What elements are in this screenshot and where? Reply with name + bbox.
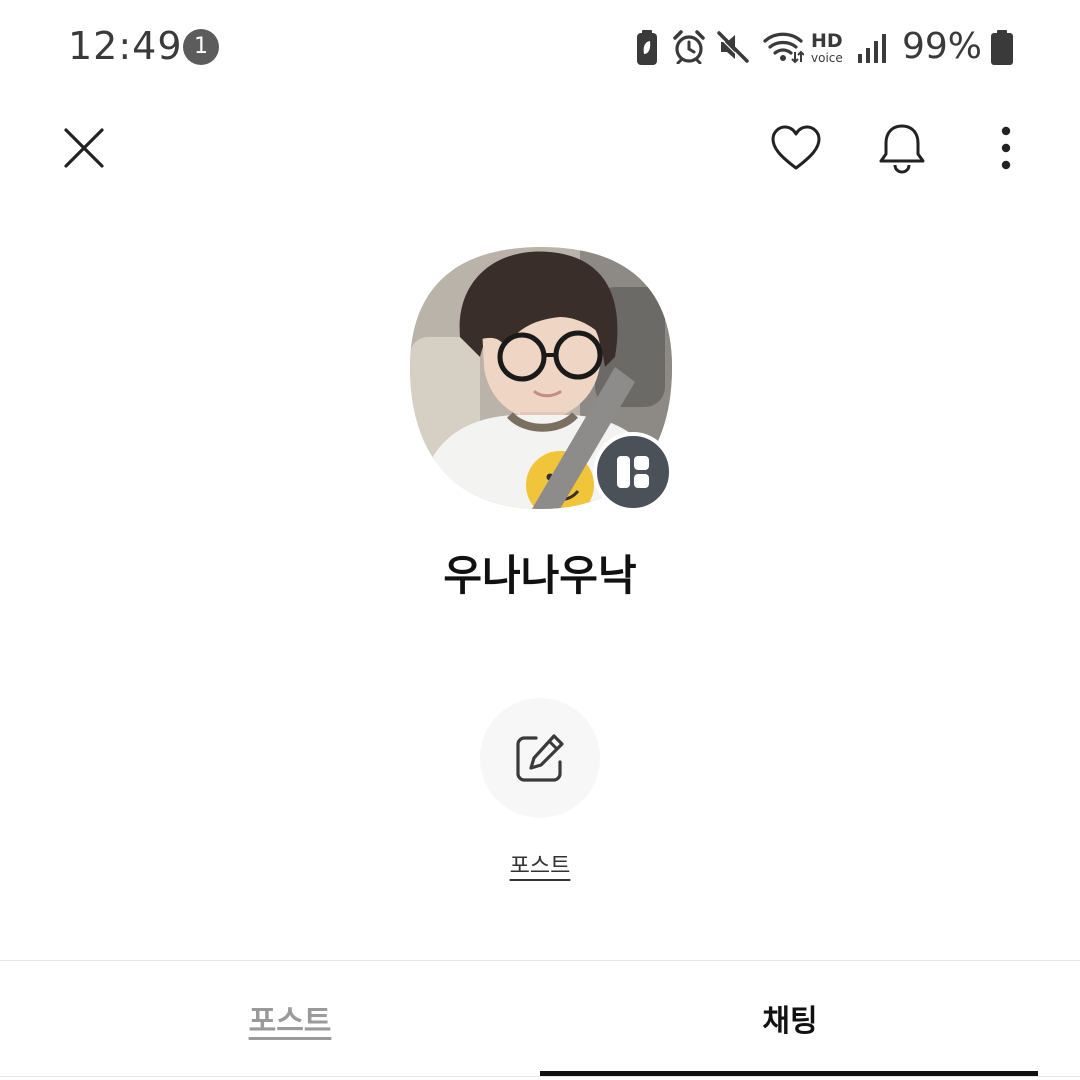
bottom-divider bbox=[0, 1076, 1080, 1077]
hd-voice-icon: HD voice bbox=[811, 30, 847, 65]
battery-saver-icon bbox=[637, 30, 657, 65]
status-bar: 12:49 1 HD voice 99% bbox=[0, 0, 1080, 96]
profile-badge[interactable] bbox=[593, 432, 673, 512]
write-post-label[interactable]: 포스트 bbox=[0, 848, 1080, 880]
bell-icon[interactable] bbox=[878, 122, 926, 174]
tab-divider bbox=[0, 960, 1080, 961]
notification-count-badge: 1 bbox=[183, 29, 219, 65]
status-time: 12:49 bbox=[68, 24, 183, 68]
profile-screen: 12:49 1 HD voice 99% 우나나우낙 포스트 포스트 채팅 bbox=[0, 0, 1080, 1080]
voice-label: voice bbox=[811, 51, 843, 65]
hd-label: HD bbox=[811, 30, 843, 52]
tab-post[interactable]: 포스트 bbox=[40, 996, 540, 1040]
battery-icon bbox=[991, 30, 1013, 65]
more-vertical-icon[interactable] bbox=[996, 126, 1016, 170]
edit-icon bbox=[516, 734, 564, 782]
profile-name: 우나나우낙 bbox=[443, 551, 637, 600]
wifi-icon bbox=[763, 32, 804, 64]
close-icon[interactable] bbox=[62, 126, 106, 170]
profile-grid-icon bbox=[617, 456, 649, 488]
alarm-icon bbox=[673, 30, 705, 64]
signal-icon bbox=[858, 34, 886, 63]
mute-icon bbox=[716, 31, 749, 64]
tab-chat[interactable]: 채팅 bbox=[540, 996, 1040, 1040]
heart-icon[interactable] bbox=[770, 124, 822, 172]
write-post-button[interactable] bbox=[480, 698, 600, 818]
battery-percent: 99% bbox=[902, 26, 983, 67]
